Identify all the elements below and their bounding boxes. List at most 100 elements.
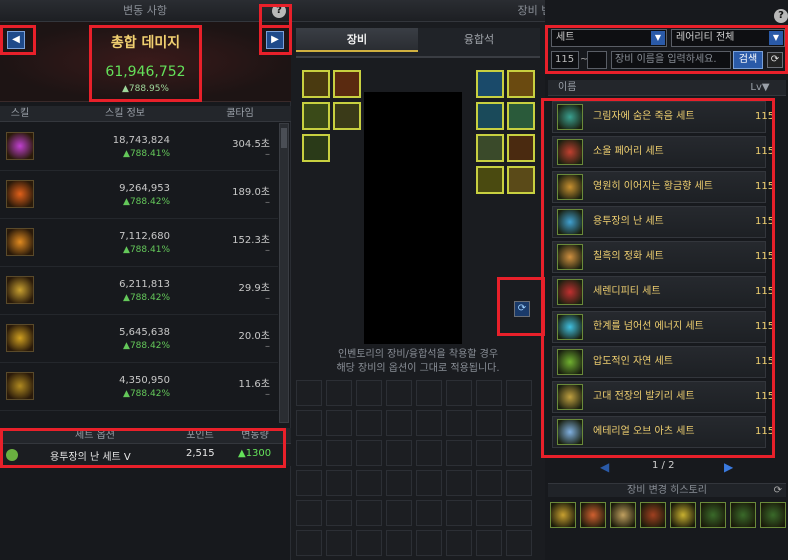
inventory-slot[interactable] bbox=[416, 500, 442, 526]
history-item-icon[interactable] bbox=[670, 502, 696, 528]
inventory-slot[interactable] bbox=[386, 530, 412, 556]
equip-slot-necklace[interactable] bbox=[507, 70, 535, 98]
set-list-item[interactable]: 고대 전장의 발키리 세트 115 bbox=[552, 381, 774, 413]
inventory-slot[interactable] bbox=[446, 410, 472, 436]
inventory-slot[interactable] bbox=[506, 530, 532, 556]
skill-row[interactable]: 9,264,953 ▲788.42% 189.0초 – bbox=[0, 171, 278, 219]
tab-equipment[interactable]: 장비 bbox=[296, 28, 418, 52]
history-item-icon[interactable] bbox=[580, 502, 606, 528]
set-list-item[interactable]: 세렌디피티 세트 115 bbox=[552, 276, 774, 308]
set-list-item[interactable]: 칠흑의 정화 세트 115 bbox=[552, 241, 774, 273]
inventory-slot[interactable] bbox=[416, 470, 442, 496]
inventory-slot[interactable] bbox=[296, 500, 322, 526]
set-list-item[interactable]: 에테리얼 오브 아츠 세트 115 bbox=[552, 416, 774, 448]
inventory-slot[interactable] bbox=[356, 500, 382, 526]
equip-slot-magic-stone[interactable] bbox=[476, 134, 504, 162]
inventory-slot[interactable] bbox=[386, 470, 412, 496]
next-arrow-icon[interactable]: ▶ bbox=[266, 31, 284, 49]
inventory-slot[interactable] bbox=[296, 440, 322, 466]
inventory-slot[interactable] bbox=[476, 440, 502, 466]
skill-row[interactable]: 18,743,824 ▲788.41% 304.5초 – bbox=[0, 123, 278, 171]
filter-type-dropdown[interactable]: 세트 ▼ bbox=[551, 29, 667, 47]
inventory-slot[interactable] bbox=[476, 530, 502, 556]
history-item-icon[interactable] bbox=[760, 502, 786, 528]
inventory-slot[interactable] bbox=[506, 470, 532, 496]
inventory-slot[interactable] bbox=[326, 530, 352, 556]
inventory-slot[interactable] bbox=[506, 410, 532, 436]
equip-slot-weapon[interactable] bbox=[302, 70, 330, 98]
inventory-slot[interactable] bbox=[356, 470, 382, 496]
skill-row[interactable]: 5,645,638 ▲788.42% 20.0초 – bbox=[0, 315, 278, 363]
filter-rarity-dropdown[interactable]: 레어리티 전체 ▼ bbox=[671, 29, 785, 47]
inventory-slot[interactable] bbox=[446, 470, 472, 496]
skill-list-scrollbar[interactable] bbox=[279, 123, 289, 423]
inventory-slot[interactable] bbox=[356, 530, 382, 556]
inventory-slot[interactable] bbox=[356, 440, 382, 466]
equip-slot-head[interactable] bbox=[333, 102, 361, 130]
set-list-item[interactable]: 영원히 이어지는 황금향 세트 115 bbox=[552, 171, 774, 203]
inventory-slot[interactable] bbox=[326, 470, 352, 496]
inventory-slot[interactable] bbox=[326, 500, 352, 526]
inventory-slot[interactable] bbox=[446, 440, 472, 466]
help-icon[interactable]: ? bbox=[272, 4, 286, 18]
inventory-slot[interactable] bbox=[356, 380, 382, 406]
set-list-item[interactable]: 압도적인 자연 세트 115 bbox=[552, 346, 774, 378]
inventory-slot[interactable] bbox=[446, 500, 472, 526]
inventory-slot[interactable] bbox=[476, 380, 502, 406]
inventory-slot[interactable] bbox=[356, 410, 382, 436]
inventory-slot[interactable] bbox=[296, 410, 322, 436]
equip-slot-ring[interactable] bbox=[476, 102, 504, 130]
skill-row[interactable]: 6,211,813 ▲788.42% 29.9초 – bbox=[0, 267, 278, 315]
search-input[interactable]: 장비 이름을 입력하세요. bbox=[611, 51, 731, 69]
inventory-slot[interactable] bbox=[446, 530, 472, 556]
inventory-slot[interactable] bbox=[416, 530, 442, 556]
inventory-slot[interactable] bbox=[326, 410, 352, 436]
inventory-slot[interactable] bbox=[326, 440, 352, 466]
equip-slot-earring[interactable] bbox=[507, 134, 535, 162]
inventory-slot[interactable] bbox=[296, 530, 322, 556]
inventory-slot[interactable] bbox=[386, 500, 412, 526]
set-list-item[interactable]: 한계를 넘어선 에너지 세트 115 bbox=[552, 311, 774, 343]
prev-arrow-icon[interactable]: ◀ bbox=[7, 31, 25, 49]
equip-slot-support[interactable] bbox=[507, 102, 535, 130]
inventory-slot[interactable] bbox=[296, 470, 322, 496]
search-button[interactable]: 검색 bbox=[733, 51, 763, 69]
history-refresh-icon[interactable]: ⟳ bbox=[774, 484, 782, 498]
inventory-slot[interactable] bbox=[326, 380, 352, 406]
set-option-row[interactable]: 용투장의 난 세트 V 2,515 ▲1300 bbox=[0, 444, 291, 466]
inventory-slot[interactable] bbox=[296, 380, 322, 406]
inventory-slot[interactable] bbox=[416, 380, 442, 406]
inventory-slot[interactable] bbox=[476, 500, 502, 526]
history-item-icon[interactable] bbox=[550, 502, 576, 528]
set-list-item[interactable]: 소울 페어리 세트 115 bbox=[552, 136, 774, 168]
inventory-slot[interactable] bbox=[416, 440, 442, 466]
page-prev-icon[interactable]: ◀ bbox=[600, 460, 609, 474]
reset-filter-icon[interactable]: ⟳ bbox=[767, 52, 783, 68]
refresh-icon[interactable]: ⟳ bbox=[514, 301, 530, 317]
help-icon-right[interactable]: ? bbox=[774, 9, 788, 23]
level-max-input[interactable] bbox=[587, 51, 607, 69]
col-level[interactable]: Lv▼ bbox=[738, 80, 782, 96]
inventory-slot[interactable] bbox=[386, 380, 412, 406]
history-item-icon[interactable] bbox=[610, 502, 636, 528]
skill-row[interactable]: 7,112,680 ▲788.41% 152.3초 – bbox=[0, 219, 278, 267]
tab-fusion-stone[interactable]: 융합석 bbox=[418, 28, 540, 52]
scrollbar-thumb[interactable] bbox=[281, 128, 287, 148]
page-next-icon[interactable]: ▶ bbox=[724, 460, 733, 474]
equip-slot-bottom[interactable] bbox=[302, 134, 330, 162]
history-item-icon[interactable] bbox=[730, 502, 756, 528]
set-list-item[interactable]: 그림자에 숨은 죽음 세트 115 bbox=[552, 101, 774, 133]
inventory-slot[interactable] bbox=[506, 500, 532, 526]
equip-slot-belt[interactable] bbox=[507, 166, 535, 194]
inventory-slot[interactable] bbox=[446, 380, 472, 406]
history-item-icon[interactable] bbox=[640, 502, 666, 528]
level-min-input[interactable]: 115 bbox=[551, 51, 579, 69]
inventory-slot[interactable] bbox=[416, 410, 442, 436]
inventory-slot[interactable] bbox=[386, 410, 412, 436]
inventory-slot[interactable] bbox=[506, 440, 532, 466]
inventory-slot[interactable] bbox=[506, 380, 532, 406]
inventory-slot[interactable] bbox=[476, 470, 502, 496]
equip-slot-top[interactable] bbox=[302, 102, 330, 130]
equip-slot-title[interactable] bbox=[333, 70, 361, 98]
equip-slot-shoulder[interactable] bbox=[476, 166, 504, 194]
